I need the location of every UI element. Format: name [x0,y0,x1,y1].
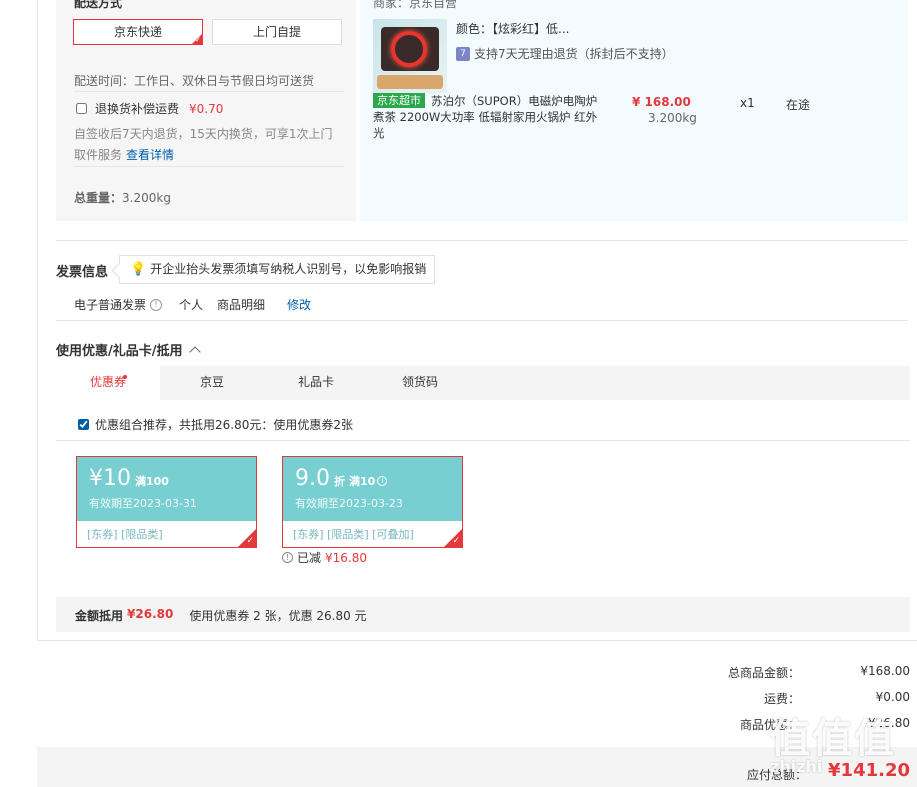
product-price: ¥ 168.00 [632,95,691,109]
return-insurance-checkbox[interactable] [76,103,87,114]
total-weight-label: 总重量： [74,191,123,205]
chevron-up-icon [188,345,201,358]
product-image-food [377,75,443,89]
watermark-text: zhizhi [770,757,823,776]
seven-day-return-icon: 7 [456,46,470,61]
seller-label: 商家：京东自营 [373,0,458,10]
recommend-combo-row: 优惠组合推荐，共抵用26.80元：使用优惠券2张 [78,416,353,433]
shipping-option-label: 京东快递 [113,25,162,39]
delivery-time-text: 配送时间：工作日、双休日与节假日均可送货 [74,74,315,88]
invoice-tip: 💡 开企业抬头发票须填写纳税人识别号，以免影响报销 [119,255,436,284]
shipping-option-self-pickup[interactable]: 上门自提 [212,19,342,45]
checkmark-icon: ✓ [195,36,201,44]
info-icon[interactable]: i [377,476,388,486]
coupon-summary: 金额抵用 ¥26.80 使用优惠券 2 张，优惠 26.80 元 [75,607,367,624]
product-image-heating-ring [391,31,427,67]
jd-supermarket-badge: 京东超市 [373,93,425,108]
watermark-logo: 值值值 [770,716,896,762]
invoice-type: 电子普通发票 ! [74,296,163,313]
bulb-icon: 💡 [130,262,147,277]
container-border-left [37,0,38,641]
invoice-title: 发票信息 [56,265,109,280]
coupon-summary-label: 金额抵用 [75,609,124,623]
shipping-option-jd-express[interactable]: 京东快递 ✓ [73,19,203,45]
product-weight: 3.200kg [648,111,697,125]
invoice-row: 电子普通发票 ! 个人 商品明细 修改 [74,296,311,313]
seven-day-return-text: 支持7天无理由退货（拆封后不支持） [474,47,674,61]
coupon-reduced-value: ¥16.80 [325,550,368,565]
tab-label: 领货码 [401,375,438,389]
product-image[interactable] [373,19,447,93]
invoice-tip-text: 开企业抬头发票须填写纳税人识别号，以免影响报销 [150,262,427,276]
coupon-card-header: ¥10 满100 有效期至2023-03-31 [77,457,256,521]
shipping-option-label: 上门自提 [252,25,301,39]
coupon-section-toggle[interactable]: 使用优惠/礼品卡/抵用 [56,340,201,359]
coupon-condition: 满10 [349,475,376,488]
recommend-combo-checkbox[interactable] [78,419,89,430]
tab-jingdou[interactable]: 京豆 [160,366,264,400]
tab-label: 京豆 [199,375,224,389]
coupon-section-title: 使用优惠/礼品卡/抵用 [56,344,183,359]
coupon-amount-row: 9.0 折满10 i [295,467,450,491]
coupon-expiry: 有效期至2023-03-23 [295,497,403,510]
total-goods-label: 总商品金额： [727,666,800,680]
divider [74,91,344,92]
divider [56,320,908,321]
shipping-fee-value: ¥0.00 [875,690,910,704]
invoice-type-text: 电子普通发票 [74,298,147,312]
total-goods-value: ¥168.00 [860,664,910,678]
coupon-card-header: 9.0 折满10 i 有效期至2023-03-23 [283,457,462,521]
coupon-card[interactable]: ¥10 满100 有效期至2023-03-31 [东券] [限品类] ✓ [76,456,257,548]
return-insurance-row: 退换货补偿运费 ¥0.70 [76,100,223,117]
invoice-detail: 商品明细 [217,298,266,312]
seven-day-return-row: 7 支持7天无理由退货（拆封后不支持） [456,45,674,62]
coupon-condition: 满100 [135,475,169,488]
coupon-amount-row: ¥10 满100 [89,467,244,491]
coupon-tags: [东券] [限品类] [可叠加] [293,528,414,541]
coupon-card[interactable]: 9.0 折满10 i 有效期至2023-03-23 [东券] [限品类] [可叠加]… [282,456,463,548]
coupon-summary-desc: 使用优惠券 2 张，优惠 26.80 元 [189,609,367,623]
red-dot-badge [123,375,127,379]
total-weight-value: 3.200kg [122,191,171,205]
coupon-reduced-row: ! 已减 ¥16.80 [282,549,367,566]
coupon-expiry: 有效期至2023-03-31 [89,497,197,510]
checkmark-icon: ✓ [246,536,254,546]
return-desc-text: 自签收后7天内退货，15天内换货，可享1次上门取件服务 [74,127,333,162]
container-border-bottom [37,640,917,641]
coupon-unit: 折 [334,475,345,488]
shipping-fee-label: 运费： [763,692,800,706]
total-weight: 总重量：3.200kg [74,189,171,206]
shipping-label: 配送方式 [74,0,123,10]
coupon-amount: ¥10 [89,466,131,491]
invoice-edit-link[interactable]: 修改 [287,296,311,313]
divider [56,240,908,241]
return-insurance-desc: 自签收后7天内退货，15天内换货，可享1次上门取件服务 查看详情 [74,124,344,166]
divider [56,440,910,441]
tab-label: 礼品卡 [297,375,334,389]
tab-pickup-code[interactable]: 领货码 [368,366,472,400]
product-color: 颜色：【炫彩红】低... [456,22,570,36]
coupon-summary-amount: ¥26.80 [127,607,174,621]
return-details-link[interactable]: 查看详情 [126,148,174,162]
tab-coupon[interactable]: 优惠券 [56,366,160,400]
divider [74,166,344,167]
info-icon[interactable]: ! [150,298,163,311]
coupon-tags: [东券] [限品类] [87,528,163,541]
return-insurance-price: ¥0.70 [189,101,224,116]
product-quantity: x1 [740,96,755,110]
checkmark-icon: ✓ [452,536,460,546]
tab-gift-card[interactable]: 礼品卡 [264,366,368,400]
recommend-combo-text: 优惠组合推荐，共抵用26.80元：使用优惠券2张 [95,418,353,432]
return-insurance-label: 退换货补偿运费 [95,102,180,116]
invoice-person: 个人 [179,298,204,312]
coupon-amount: 9.0 [295,466,330,491]
product-status: 在途 [786,98,811,112]
coupon-reduced-label: 已减 [297,551,322,565]
tab-label: 优惠券 [89,375,126,389]
info-icon[interactable]: ! [282,552,293,563]
